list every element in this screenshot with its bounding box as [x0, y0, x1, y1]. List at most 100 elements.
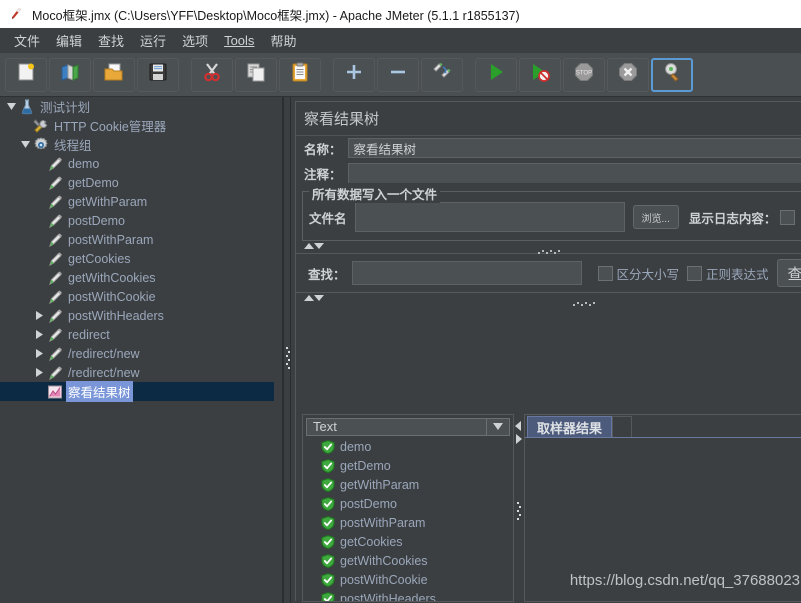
clear-all-button[interactable]	[651, 57, 693, 92]
tree-node-getwithparam[interactable]: getWithParam	[0, 192, 282, 211]
templates-button[interactable]	[49, 57, 91, 92]
result-item-postwithparam[interactable]: postWithParam	[303, 514, 513, 533]
menu-tools[interactable]: Tools	[216, 30, 262, 51]
panel-inner: 察看结果树 名称： 察看结果树 注释： 所有数据写入一个文件 文件名 浏览...…	[295, 101, 801, 602]
menu-run[interactable]: 运行	[132, 28, 174, 53]
tree-node-getwithcookies[interactable]: getWithCookies	[0, 268, 282, 287]
tree-node-label: getWithCookies	[68, 270, 156, 285]
tree-node-redirect-new-1[interactable]: /redirect/new	[0, 344, 282, 363]
search-input[interactable]	[351, 261, 582, 285]
tree-node-postwithparam[interactable]: postWithParam	[0, 230, 282, 249]
name-input[interactable]: 察看结果树	[347, 138, 801, 158]
stop-button[interactable]: STOP	[563, 57, 605, 92]
tree-node-label: 察看结果树	[66, 381, 133, 402]
chevron-down-icon[interactable]	[486, 419, 509, 435]
tree-node-redirect-new-2[interactable]: /redirect/new	[0, 363, 282, 382]
result-item-getwithcookies[interactable]: getWithCookies	[303, 552, 513, 571]
filename-input[interactable]	[354, 202, 625, 232]
templates-books-icon	[59, 61, 81, 88]
menu-options[interactable]: 选项	[174, 28, 216, 53]
expand-all-button[interactable]	[333, 57, 375, 92]
chevron-down-icon[interactable]	[18, 135, 32, 154]
result-item-postwithcookie[interactable]: postWithCookie	[303, 571, 513, 590]
chart-pink-icon	[46, 383, 64, 400]
collapse-strip-2[interactable]	[296, 290, 801, 308]
case-sensitive-checkbox[interactable]	[597, 265, 613, 281]
tree-rows: 测试计划 HTTP Cookie管理器 线程组 demo getDemo getWithP…	[0, 97, 282, 402]
result-item-label: getWithParam	[340, 478, 420, 493]
result-item-getdemo[interactable]: getDemo	[303, 457, 513, 476]
menu-edit[interactable]: 编辑	[48, 28, 90, 53]
browse-button[interactable]: 浏览...	[632, 205, 679, 229]
chevron-right-icon[interactable]	[32, 325, 46, 344]
chevron-down-icon[interactable]	[4, 97, 18, 116]
tree-node-getcookies[interactable]: getCookies	[0, 249, 282, 268]
collapse-all-button[interactable]	[377, 57, 419, 92]
start-button[interactable]	[475, 57, 517, 92]
tree-node-cookie-manager[interactable]: HTTP Cookie管理器	[0, 116, 282, 135]
result-item-demo[interactable]: demo	[303, 438, 513, 457]
collapse-strip-1[interactable]	[296, 238, 801, 256]
filename-label: 文件名	[309, 211, 347, 226]
result-item-getcookies[interactable]: getCookies	[303, 533, 513, 552]
menu-bar[interactable]: 文件 编辑 查找 运行 选项 Tools 帮助	[0, 28, 801, 53]
log-display-checkbox[interactable]	[780, 209, 796, 225]
start-no-pauses-button[interactable]	[519, 57, 561, 92]
tree-node-postwithcookie[interactable]: postWithCookie	[0, 287, 282, 306]
tab-sampler-result[interactable]: 取样器结果	[527, 416, 613, 437]
regex-checkbox[interactable]	[687, 265, 703, 281]
result-twisty-placeholder	[303, 495, 319, 514]
tree-twisty-placeholder	[32, 230, 46, 249]
vertical-splitter[interactable]	[283, 97, 291, 603]
drag-dots-icon-2[interactable]	[573, 295, 599, 306]
shutdown-button[interactable]	[607, 57, 649, 92]
menu-file[interactable]: 文件	[6, 28, 48, 53]
save-button[interactable]	[137, 57, 179, 92]
toolbar: STOP	[0, 53, 801, 97]
paste-button[interactable]	[279, 57, 321, 92]
renderer-select[interactable]: Text	[306, 418, 510, 436]
tab-filler	[612, 416, 633, 437]
find-button[interactable]: 查找	[776, 259, 801, 287]
collapse-up-down-icon[interactable]	[302, 238, 326, 256]
menu-help[interactable]: 帮助	[262, 28, 304, 53]
comment-input[interactable]	[347, 163, 801, 183]
splitter-arrows-icon[interactable]	[514, 420, 523, 446]
tree-node-test-plan[interactable]: 测试计划	[0, 97, 282, 116]
tree-node-view-results-tree[interactable]: 察看结果树	[0, 381, 282, 402]
cut-button[interactable]	[191, 57, 233, 92]
tree-node-postwithheaders[interactable]: postWithHeaders	[0, 306, 282, 325]
tree-node-label: demo	[68, 156, 100, 171]
pencil-green-icon	[46, 155, 64, 172]
copy-button[interactable]	[235, 57, 277, 92]
tree-node-redirect[interactable]: redirect	[0, 325, 282, 344]
tree-node-getdemo[interactable]: getDemo	[0, 173, 282, 192]
result-item-postwithheaders[interactable]: postWithHeaders	[303, 590, 513, 601]
toggle-button[interactable]	[421, 57, 463, 92]
results-splitter[interactable]	[514, 414, 524, 602]
result-items-list[interactable]: demo getDemo getWithParam postDemo postWithP…	[303, 436, 513, 601]
tree-node-label: postWithCookie	[68, 289, 156, 304]
new-button[interactable]	[5, 57, 47, 92]
result-item-getwithparam[interactable]: getWithParam	[303, 476, 513, 495]
open-button[interactable]	[93, 57, 135, 92]
menu-search[interactable]: 查找	[90, 28, 132, 53]
tree-node-thread-group[interactable]: 线程组	[0, 135, 282, 154]
result-item-postdemo[interactable]: postDemo	[303, 495, 513, 514]
collapse-up-down-icon-2[interactable]	[302, 290, 326, 308]
wrench-screwdriver-icon	[32, 117, 50, 134]
tree-node-demo[interactable]: demo	[0, 154, 282, 173]
result-item-label: getDemo	[340, 459, 391, 474]
chevron-right-icon[interactable]	[32, 363, 46, 382]
pencil-green-icon	[46, 307, 64, 324]
pencil-green-icon	[46, 364, 64, 381]
test-plan-tree[interactable]: 测试计划 HTTP Cookie管理器 线程组 demo getDemo getWithP…	[0, 97, 283, 603]
scissors-icon	[201, 61, 223, 88]
write-all-data-group: 所有数据写入一个文件 文件名 浏览... 显示日志内容：	[302, 184, 801, 241]
tree-scrollbar[interactable]	[274, 97, 282, 603]
chevron-right-icon[interactable]	[32, 306, 46, 325]
results-area: Text demo getDemo getWithParam postDemo post…	[296, 414, 801, 602]
chevron-right-icon[interactable]	[32, 344, 46, 363]
drag-dots-icon[interactable]	[537, 243, 564, 254]
tree-node-postdemo[interactable]: postDemo	[0, 211, 282, 230]
